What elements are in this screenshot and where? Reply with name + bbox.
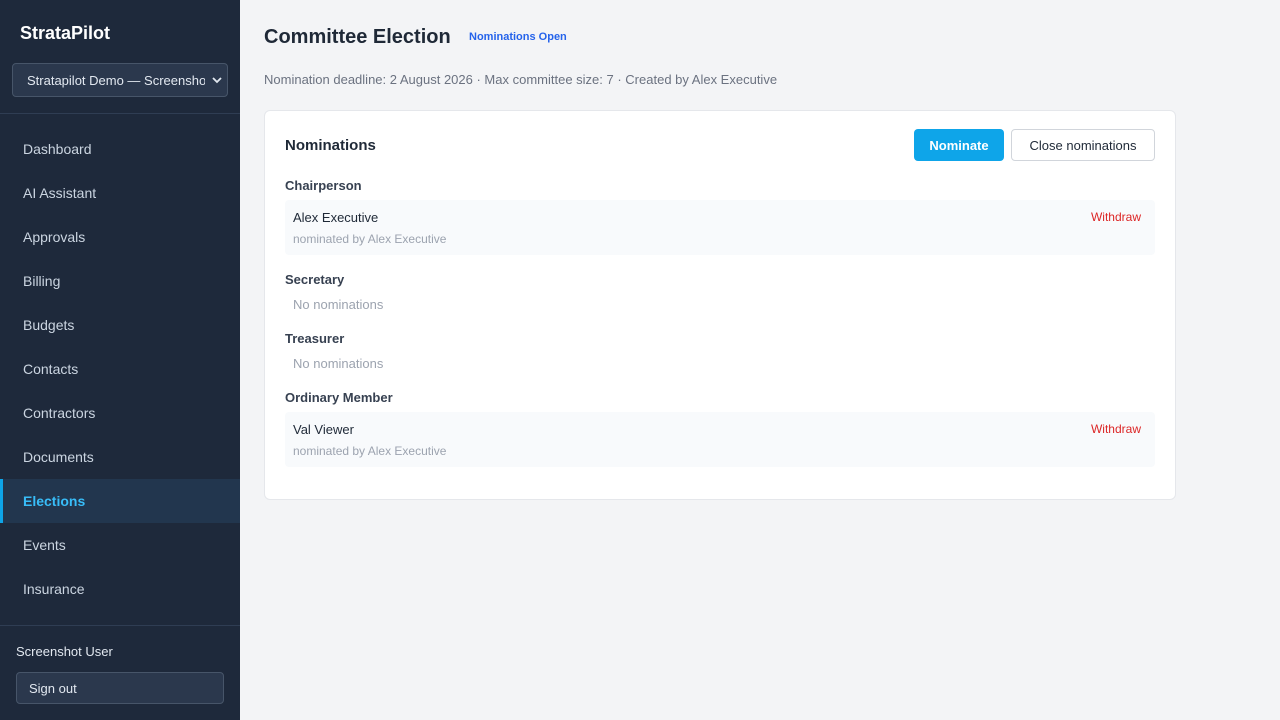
app-logo: StrataPilot bbox=[20, 23, 111, 43]
nominations-title: Nominations bbox=[285, 137, 376, 154]
nominee-name: Alex Executive bbox=[293, 210, 379, 225]
nominee-name: Val Viewer bbox=[293, 422, 354, 437]
sidebar-divider bbox=[0, 113, 240, 114]
sidebar-item-budgets[interactable]: Budgets bbox=[0, 303, 240, 347]
role-heading-treasurer: Treasurer bbox=[285, 331, 345, 346]
chevron-down-icon bbox=[212, 77, 222, 84]
sidebar-item-contractors[interactable]: Contractors bbox=[0, 391, 240, 435]
page-title: Committee Election bbox=[264, 26, 451, 48]
nominee-row: Val Viewer nominated by Alex Executive W… bbox=[285, 412, 1155, 467]
withdraw-link[interactable]: Withdraw bbox=[1091, 210, 1141, 224]
election-meta: Nomination deadline: 2 August 2026 · Max… bbox=[264, 72, 778, 87]
withdraw-link[interactable]: Withdraw bbox=[1091, 422, 1141, 436]
nominations-card: Nominations Nominate Close nominations C… bbox=[264, 110, 1176, 500]
nominee-nominated-by: nominated by Alex Executive bbox=[293, 444, 447, 458]
sidebar-item-insurance[interactable]: Insurance bbox=[0, 567, 240, 611]
organization-select-value: Stratapilot Demo — Screenshot bbox=[27, 72, 205, 88]
sidebar: StrataPilot Stratapilot Demo — Screensho… bbox=[0, 0, 240, 720]
organization-select[interactable]: Stratapilot Demo — Screenshot bbox=[12, 63, 228, 97]
no-nominations-text: No nominations bbox=[293, 356, 384, 371]
role-heading-secretary: Secretary bbox=[285, 272, 345, 287]
sidebar-item-events[interactable]: Events bbox=[0, 523, 240, 567]
sidebar-nav: Dashboard AI Assistant Approvals Billing… bbox=[0, 127, 240, 611]
sidebar-item-billing[interactable]: Billing bbox=[0, 259, 240, 303]
status-badge: Nominations Open bbox=[469, 31, 567, 43]
sidebar-item-ai-assistant[interactable]: AI Assistant bbox=[0, 171, 240, 215]
sidebar-item-documents[interactable]: Documents bbox=[0, 435, 240, 479]
close-nominations-button[interactable]: Close nominations bbox=[1011, 129, 1155, 161]
sidebar-item-dashboard[interactable]: Dashboard bbox=[0, 127, 240, 171]
role-heading-chairperson: Chairperson bbox=[285, 178, 362, 193]
nominate-button[interactable]: Nominate bbox=[914, 129, 1004, 161]
sidebar-item-approvals[interactable]: Approvals bbox=[0, 215, 240, 259]
current-user-name: Screenshot User bbox=[16, 644, 113, 659]
sidebar-item-contacts[interactable]: Contacts bbox=[0, 347, 240, 391]
role-heading-ordinary-member: Ordinary Member bbox=[285, 390, 393, 405]
sidebar-divider bbox=[0, 625, 240, 626]
nominee-nominated-by: nominated by Alex Executive bbox=[293, 232, 447, 246]
nominee-row: Alex Executive nominated by Alex Executi… bbox=[285, 200, 1155, 255]
main-content: Committee Election Nominations Open Nomi… bbox=[240, 0, 1280, 720]
no-nominations-text: No nominations bbox=[293, 297, 384, 312]
sign-out-button[interactable]: Sign out bbox=[16, 672, 224, 704]
sidebar-item-elections[interactable]: Elections bbox=[0, 479, 240, 523]
